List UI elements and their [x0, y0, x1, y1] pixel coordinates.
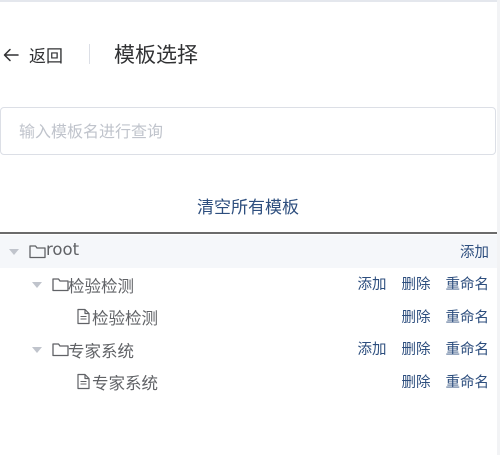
delete-button[interactable]: 删除 — [402, 371, 431, 392]
page-header: 返回 模板选择 — [0, 24, 496, 84]
header-divider — [89, 44, 90, 64]
window-top-border — [0, 0, 500, 2]
tree-node-label: 检验检测 — [68, 276, 134, 296]
rename-button[interactable]: 重命名 — [446, 273, 490, 294]
clear-all-templates-button[interactable]: 清空所有模板 — [0, 193, 496, 218]
document-icon — [77, 373, 90, 390]
back-button[interactable]: 返回 — [2, 42, 63, 67]
add-button[interactable]: 添加 — [358, 338, 387, 359]
arrow-left-icon — [3, 48, 19, 61]
folder-icon — [29, 245, 46, 259]
rename-button[interactable]: 重命名 — [446, 371, 490, 392]
tree-node-label: root — [46, 240, 80, 259]
tree-node-folder[interactable]: 专家系统 添加 删除 重命名 — [0, 333, 497, 366]
caret-down-icon[interactable] — [32, 346, 42, 353]
template-tree: root 添加 检验检测 添加 删除 重命名 检验检测 删除 重命名 专家系统 … — [0, 235, 497, 398]
folder-icon — [52, 277, 69, 291]
add-button[interactable]: 添加 — [358, 273, 387, 294]
back-label: 返回 — [29, 47, 63, 67]
tree-node-actions: 删除 重命名 — [387, 300, 490, 332]
delete-button[interactable]: 删除 — [402, 273, 431, 294]
caret-down-icon[interactable] — [32, 281, 42, 288]
delete-button[interactable]: 删除 — [402, 306, 431, 327]
tree-node-actions: 添加 — [445, 235, 489, 267]
tree-node-label: 检验检测 — [92, 309, 158, 328]
folder-icon — [52, 342, 69, 356]
tree-node-label: 专家系统 — [68, 341, 134, 361]
page-title: 模板选择 — [114, 43, 198, 67]
delete-button[interactable]: 删除 — [402, 338, 431, 359]
tree-node-file[interactable]: 专家系统 删除 重命名 — [0, 365, 497, 398]
tree-node-file[interactable]: 检验检测 删除 重命名 — [0, 300, 497, 333]
add-button[interactable]: 添加 — [460, 241, 489, 262]
rename-button[interactable]: 重命名 — [446, 338, 490, 359]
tree-node-actions: 添加 删除 重命名 — [343, 333, 490, 365]
tree-top-divider — [0, 232, 497, 234]
tree-node-actions: 删除 重命名 — [387, 365, 490, 397]
tree-node-root[interactable]: root 添加 — [0, 235, 497, 268]
caret-down-icon[interactable] — [9, 249, 19, 255]
tree-node-label: 专家系统 — [92, 374, 158, 393]
search-input[interactable] — [1, 108, 459, 154]
tree-node-folder[interactable]: 检验检测 添加 删除 重命名 — [0, 268, 497, 301]
rename-button[interactable]: 重命名 — [446, 306, 490, 327]
document-icon — [77, 308, 90, 325]
search-box — [0, 107, 496, 155]
tree-node-actions: 添加 删除 重命名 — [343, 268, 490, 300]
